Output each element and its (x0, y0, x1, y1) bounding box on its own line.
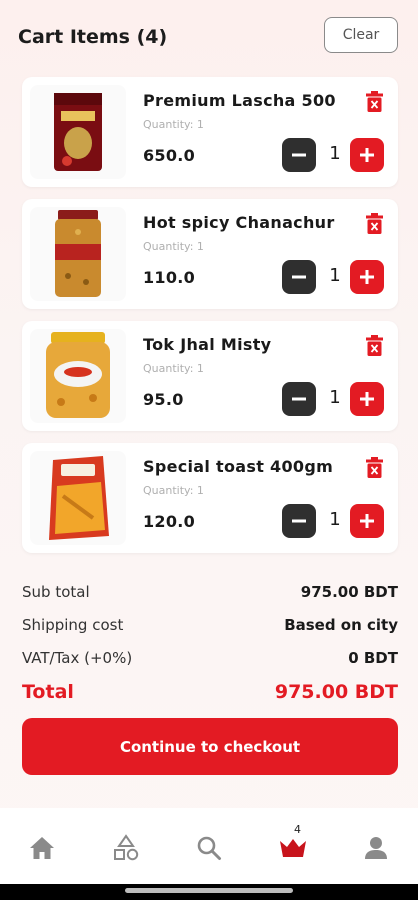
product-price: 95.0 (143, 390, 184, 409)
nav-home[interactable] (22, 832, 62, 864)
quantity-value: 1 (329, 387, 341, 408)
subtotal-row: Sub total 975.00 BDT (22, 580, 398, 613)
minus-icon (292, 519, 306, 523)
checkout-button[interactable]: Continue to checkout (22, 718, 398, 775)
home-icon (30, 837, 54, 859)
delete-item-button[interactable] (364, 211, 384, 235)
increase-quantity-button[interactable] (350, 504, 384, 538)
quantity-value: 1 (329, 265, 341, 286)
product-price: 120.0 (143, 512, 196, 531)
cart-icon (280, 839, 306, 857)
vat-value: 0 BDT (348, 649, 398, 667)
plus-icon (360, 392, 374, 406)
product-image (30, 85, 126, 179)
delete-item-button[interactable] (364, 333, 384, 357)
header: Cart Items (4) Clear (0, 0, 418, 72)
shipping-label: Shipping cost (22, 616, 124, 634)
quantity-value: 1 (329, 143, 341, 164)
product-price: 650.0 (143, 146, 196, 165)
nav-search[interactable] (189, 832, 229, 864)
increase-quantity-button[interactable] (350, 138, 384, 172)
plus-icon (360, 270, 374, 284)
nav-cart[interactable]: 4 (273, 823, 313, 864)
cart-item: Hot spicy Chanachur Quantity: 1 110.0 1 (22, 199, 398, 309)
shipping-value: Based on city (284, 616, 398, 634)
product-name: Tok Jhal Misty (143, 335, 272, 354)
total-row: Total 975.00 BDT (22, 679, 398, 712)
decrease-quantity-button[interactable] (282, 138, 316, 172)
subtotal-label: Sub total (22, 583, 90, 601)
minus-icon (292, 275, 306, 279)
subtotal-value: 975.00 BDT (300, 583, 398, 601)
total-label: Total (22, 681, 74, 703)
delete-item-button[interactable] (364, 455, 384, 479)
delete-item-button[interactable] (364, 89, 384, 113)
minus-icon (292, 397, 306, 401)
vat-label: VAT/Tax (+0%) (22, 649, 133, 667)
decrease-quantity-button[interactable] (282, 504, 316, 538)
decrease-quantity-button[interactable] (282, 260, 316, 294)
profile-icon (365, 837, 387, 859)
product-image (30, 329, 126, 423)
quantity-label: Quantity: 1 (143, 118, 204, 131)
home-indicator[interactable] (125, 888, 293, 893)
minus-icon (292, 153, 306, 157)
quantity-value: 1 (329, 509, 341, 530)
trash-icon (365, 90, 383, 112)
trash-icon (365, 334, 383, 356)
plus-icon (360, 148, 374, 162)
search-icon (197, 836, 221, 860)
categories-icon (114, 834, 139, 861)
cart-item: Tok Jhal Misty Quantity: 1 95.0 1 (22, 321, 398, 431)
plus-icon (360, 514, 374, 528)
nav-categories[interactable] (106, 832, 146, 864)
quantity-label: Quantity: 1 (143, 484, 204, 497)
trash-icon (365, 212, 383, 234)
decrease-quantity-button[interactable] (282, 382, 316, 416)
cart-list: Premium Lascha 500 Quantity: 1 650.0 1 H… (22, 77, 398, 565)
order-summary: Sub total 975.00 BDT Shipping cost Based… (22, 580, 398, 712)
quantity-label: Quantity: 1 (143, 240, 204, 253)
product-name: Hot spicy Chanachur (143, 213, 335, 232)
product-name: Special toast 400gm (143, 457, 334, 476)
product-price: 110.0 (143, 268, 196, 287)
system-home-bar (0, 884, 418, 900)
increase-quantity-button[interactable] (350, 382, 384, 416)
total-value: 975.00 BDT (274, 681, 398, 703)
increase-quantity-button[interactable] (350, 260, 384, 294)
cart-badge: 4 (294, 823, 301, 836)
nav-profile[interactable] (356, 832, 396, 864)
page-title: Cart Items (4) (18, 26, 168, 48)
cart-item: Special toast 400gm Quantity: 1 120.0 1 (22, 443, 398, 553)
vat-row: VAT/Tax (+0%) 0 BDT (22, 646, 398, 679)
quantity-label: Quantity: 1 (143, 362, 204, 375)
clear-cart-button[interactable]: Clear (324, 17, 398, 53)
shipping-row: Shipping cost Based on city (22, 613, 398, 646)
product-image (30, 451, 126, 545)
cart-item: Premium Lascha 500 Quantity: 1 650.0 1 (22, 77, 398, 187)
product-name: Premium Lascha 500 (143, 91, 336, 110)
trash-icon (365, 456, 383, 478)
product-image (30, 207, 126, 301)
bottom-navigation: 4 (0, 808, 418, 884)
